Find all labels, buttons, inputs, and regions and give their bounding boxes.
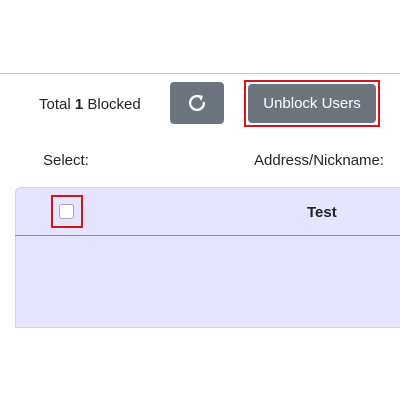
summary-suffix: Blocked: [87, 96, 141, 113]
refresh-icon: [188, 94, 206, 112]
blocked-users-page: Total 1 Blocked Unblock Users Select: Ad…: [0, 0, 400, 400]
select-column-label: Select:: [43, 152, 89, 169]
refresh-button[interactable]: [170, 82, 224, 124]
blocked-count-summary: Total 1 Blocked: [39, 95, 141, 115]
row-divider: [15, 235, 400, 236]
unblock-users-button[interactable]: Unblock Users: [248, 84, 376, 123]
user-nickname: Test: [307, 204, 337, 221]
summary-prefix: Total: [39, 96, 71, 113]
user-select-checkbox[interactable]: [59, 204, 74, 219]
address-column-label: Address/Nickname:: [254, 152, 385, 169]
top-divider: [0, 73, 400, 74]
blocked-count: 1: [74, 96, 84, 113]
